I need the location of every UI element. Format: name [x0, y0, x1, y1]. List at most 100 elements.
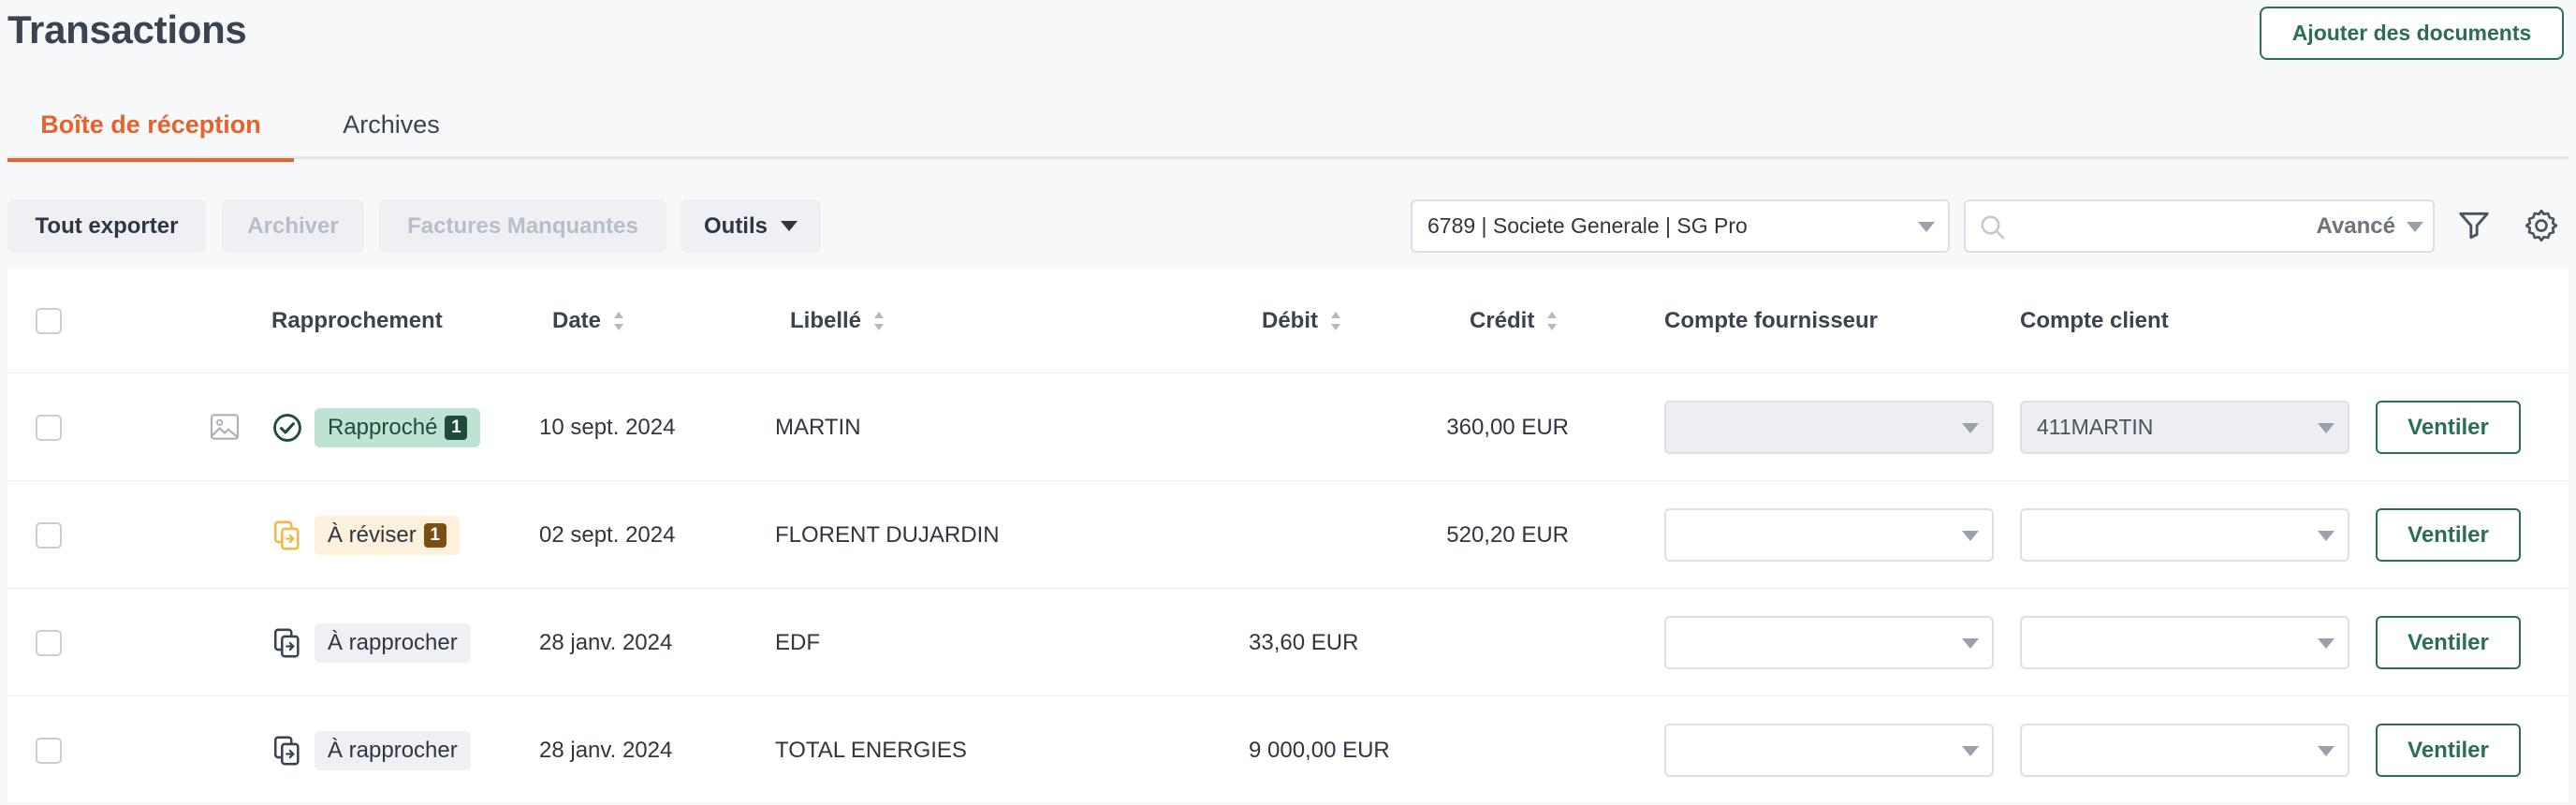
status-badge[interactable]: Rapproché 1 [315, 407, 481, 447]
sort-icon [874, 312, 885, 330]
label-cell: TOTAL ENERGIES [775, 737, 967, 763]
row-checkbox[interactable] [36, 738, 62, 764]
table-row[interactable]: À rapprocher 28 janv. 2024 TOTAL ENERGIE… [7, 696, 2569, 804]
supplier-account-select[interactable] [1664, 724, 1994, 777]
status-label: À rapprocher [328, 737, 458, 763]
chevron-down-icon [1962, 531, 1979, 541]
documents-icon [273, 520, 300, 549]
client-account-value: 411MARTIN [2037, 415, 2154, 439]
row-checkbox[interactable] [36, 415, 62, 441]
search-icon [1981, 215, 2005, 240]
sort-icon [614, 312, 624, 330]
document-count-badge: 1 [423, 522, 446, 548]
date-cell: 10 sept. 2024 [539, 414, 676, 440]
select-all-checkbox[interactable] [36, 308, 62, 334]
column-label: Compte client [2020, 308, 2169, 333]
reconciliation-cell: À rapprocher [271, 696, 471, 804]
date-cell: 28 janv. 2024 [539, 737, 673, 763]
column-header-debit[interactable]: Débit [1262, 269, 1342, 373]
reconciliation-cell: Rapproché 1 [271, 373, 481, 481]
row-checkbox[interactable] [36, 522, 62, 549]
search-input[interactable] [2016, 209, 2297, 244]
row-checkbox[interactable] [36, 630, 62, 656]
missing-invoices-button[interactable]: Factures Manquantes [379, 199, 666, 253]
archive-button[interactable]: Archiver [222, 199, 364, 253]
column-header-label[interactable]: Libellé [790, 269, 886, 373]
column-label: Compte fournisseur [1664, 308, 1879, 333]
credit-cell [1412, 589, 1569, 696]
label-cell: FLORENT DUJARDIN [775, 521, 1000, 548]
reconciliation-cell: À rapprocher [271, 589, 471, 696]
status-badge[interactable]: À rapprocher [315, 622, 471, 663]
supplier-account-select[interactable] [1664, 401, 1994, 454]
credit-cell: 520,20 EUR [1446, 521, 1569, 548]
chevron-down-icon [1962, 423, 1979, 433]
status-badge[interactable]: À réviser 1 [315, 515, 460, 555]
check-circle-icon [273, 413, 301, 442]
status-label: À réviser [328, 521, 417, 548]
client-account-select[interactable] [2020, 724, 2349, 777]
tab-bar: Boîte de réception Archives [7, 90, 2569, 162]
chevron-down-icon [1918, 222, 1935, 232]
table-row[interactable]: À réviser 1 02 sept. 2024 FLORENT DUJARD… [7, 481, 2569, 589]
date-cell: 02 sept. 2024 [539, 521, 676, 548]
export-all-button[interactable]: Tout exporter [7, 199, 206, 253]
date-cell: 28 janv. 2024 [539, 629, 673, 655]
sort-icon [1547, 312, 1558, 330]
client-account-select[interactable]: 411MARTIN [2020, 401, 2349, 454]
column-header-reconciliation: Rapprochement [271, 269, 443, 373]
column-label: Rapprochement [271, 308, 443, 333]
bank-account-select[interactable]: 6789 | Societe Generale | SG Pro [1411, 199, 1950, 253]
status-badge[interactable]: À rapprocher [315, 730, 471, 770]
ventiler-button[interactable]: Ventiler [2376, 724, 2521, 777]
column-header-supplier-account: Compte fournisseur [1664, 269, 1878, 373]
document-count-badge: 1 [445, 415, 468, 440]
search-box: Avancé [1964, 199, 2435, 253]
column-header-date[interactable]: Date [552, 269, 625, 373]
credit-cell [1412, 696, 1569, 804]
tools-menu-button[interactable]: Outils [681, 199, 821, 253]
transactions-page: Transactions Ajouter des documents Boîte… [0, 0, 2576, 805]
documents-icon [273, 736, 300, 765]
filter-icon[interactable] [2456, 208, 2492, 243]
advanced-search-button[interactable]: Avancé [2316, 209, 2423, 244]
tab-inbox[interactable]: Boîte de réception [7, 90, 294, 162]
ventiler-button[interactable]: Ventiler [2376, 401, 2521, 454]
credit-cell: 360,00 EUR [1446, 414, 1569, 440]
client-account-select[interactable] [2020, 508, 2349, 562]
chevron-down-icon [781, 221, 798, 231]
supplier-account-select[interactable] [1664, 616, 1994, 669]
table-row[interactable]: À rapprocher 28 janv. 2024 EDF 33,60 EUR… [7, 589, 2569, 696]
status-label: À rapprocher [328, 629, 458, 655]
add-documents-button[interactable]: Ajouter des documents [2260, 7, 2564, 60]
label-cell: MARTIN [775, 414, 861, 440]
sort-icon [1331, 312, 1340, 330]
chevron-down-icon [1962, 746, 1979, 756]
status-label: Rapproché [328, 414, 438, 440]
gear-icon[interactable] [2523, 207, 2560, 244]
column-header-client-account: Compte client [2020, 269, 2169, 373]
column-header-credit[interactable]: Crédit [1470, 269, 1559, 373]
ventiler-button[interactable]: Ventiler [2376, 616, 2521, 669]
supplier-account-select[interactable] [1664, 508, 1994, 562]
chevron-down-icon [2318, 746, 2334, 756]
bank-account-value: 6789 | Societe Generale | SG Pro [1427, 213, 1748, 238]
tab-archives[interactable]: Archives [307, 90, 476, 159]
column-label: Débit [1262, 308, 1318, 333]
tools-label: Outils [703, 212, 768, 239]
column-label: Crédit [1470, 308, 1535, 333]
ventiler-button[interactable]: Ventiler [2376, 508, 2521, 562]
chevron-down-icon [2407, 221, 2423, 232]
page-title: Transactions [7, 7, 247, 51]
image-icon[interactable] [210, 413, 240, 441]
table-row[interactable]: Rapproché 1 10 sept. 2024 MARTIN 360,00 … [7, 373, 2569, 481]
debit-cell: 9 000,00 EUR [1249, 737, 1390, 763]
debit-cell: 33,60 EUR [1249, 629, 1359, 655]
client-account-select[interactable] [2020, 616, 2349, 669]
advanced-label: Avancé [2316, 213, 2396, 239]
column-label: Date [552, 308, 602, 333]
transactions-table: Rapprochement Date Libellé Débit Crédit … [7, 269, 2569, 805]
chevron-down-icon [2318, 638, 2334, 649]
chevron-down-icon [2318, 531, 2334, 541]
reconciliation-cell: À réviser 1 [271, 481, 460, 589]
